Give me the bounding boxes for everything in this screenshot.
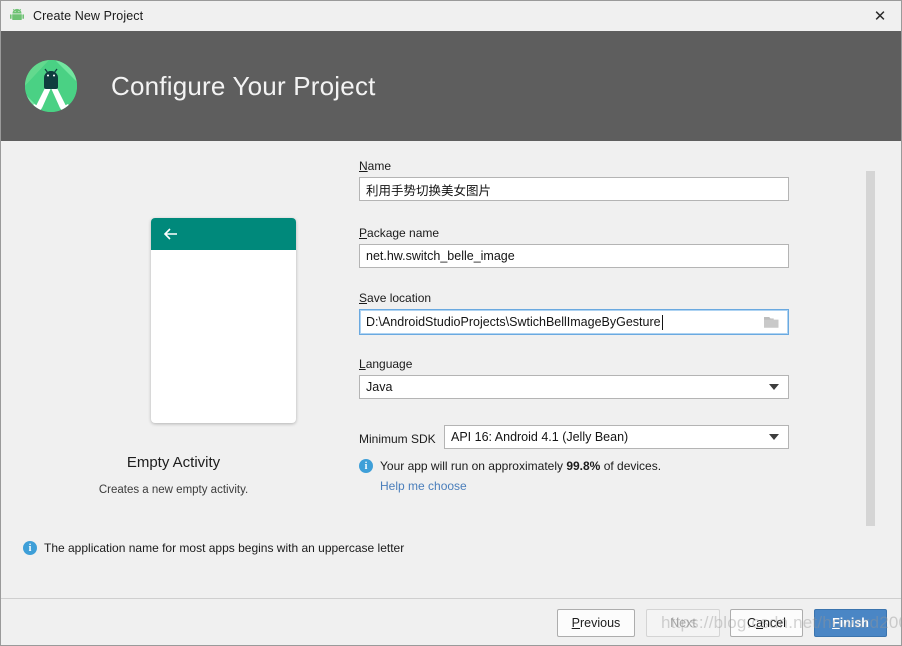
cancel-button-prefix: C (747, 616, 757, 630)
chevron-down-icon (769, 434, 779, 440)
create-new-project-dialog: Create New Project ✕ Configure Your Proj… (0, 0, 902, 646)
chevron-down-icon (769, 384, 779, 390)
page-title: Configure Your Project (111, 70, 376, 101)
preview-appbar (151, 218, 296, 250)
status-message-row: i The application name for most apps beg… (23, 541, 404, 555)
android-robot-icon (9, 8, 25, 24)
package-name-input-value: net.hw.switch_belle_image (366, 249, 515, 263)
project-form: Name 利用手势切换美女图片 Package name net.hw.swit… (346, 141, 901, 598)
dialog-footer: Previous Next Ca ncel Finish (1, 599, 901, 645)
name-label: Name (359, 159, 392, 173)
folder-icon[interactable] (763, 315, 780, 329)
template-description: Creates a new empty activity. (98, 484, 249, 496)
info-icon: i (359, 459, 373, 473)
form-scrollbar[interactable] (866, 141, 875, 598)
cancel-button[interactable]: Ca ncel (730, 609, 803, 637)
save-location-label: Save location (359, 291, 432, 305)
minimum-sdk-select[interactable]: API 16: Android 4.1 (Jelly Bean) (444, 425, 789, 449)
language-select[interactable]: Java (359, 375, 789, 399)
finish-button-rest: inish (839, 616, 869, 630)
finish-button[interactable]: Finish (814, 609, 887, 637)
status-message: The application name for most apps begin… (44, 541, 405, 555)
android-studio-logo (23, 58, 79, 114)
info-icon: i (23, 541, 37, 555)
save-location-input-value: D:\AndroidStudioProjects\SwtichBellImage… (366, 315, 661, 329)
cancel-button-rest: ncel (763, 616, 786, 630)
sdk-coverage-text: Your app will run on approximately 99.8%… (380, 459, 661, 473)
package-name-label-rest: ackage name (367, 226, 440, 240)
activity-preview-thumbnail (151, 218, 296, 423)
sdk-coverage-text-before: Your app will run on approximately (380, 459, 567, 473)
save-location-input[interactable]: D:\AndroidStudioProjects\SwtichBellImage… (359, 309, 789, 335)
template-name: Empty Activity (126, 454, 221, 471)
help-me-choose-link[interactable]: Help me choose (380, 479, 467, 493)
dialog-body: Empty Activity Creates a new empty activ… (1, 141, 901, 598)
package-name-label: Package name (359, 226, 440, 240)
window-title: Create New Project (33, 9, 144, 23)
language-select-value: Java (366, 380, 393, 394)
previous-button-rest: revious (580, 616, 621, 630)
window-titlebar: Create New Project ✕ (1, 1, 901, 32)
name-input[interactable]: 利用手势切换美女图片 (359, 177, 789, 201)
minimum-sdk-label: Minimum SDK (359, 432, 436, 446)
text-caret (661, 314, 663, 330)
minimum-sdk-select-value: API 16: Android 4.1 (Jelly Bean) (451, 430, 629, 444)
template-preview-panel: Empty Activity Creates a new empty activ… (1, 141, 346, 598)
name-label-rest: ame (367, 159, 392, 173)
sdk-coverage-text-after: of devices. (600, 459, 662, 473)
save-location-label-rest: ave location (367, 291, 432, 305)
name-input-value: 利用手势切换美女图片 (366, 183, 492, 198)
close-icon[interactable]: ✕ (857, 1, 901, 30)
dialog-header: Configure Your Project (1, 31, 901, 141)
next-button: Next (646, 609, 720, 637)
sdk-coverage-info: i Your app will run on approximately 99.… (359, 459, 789, 473)
language-label-rest: anguage (365, 357, 413, 371)
sdk-coverage-percent: 99.8% (566, 459, 601, 473)
next-button-label: Next (670, 616, 696, 630)
previous-button[interactable]: Previous (557, 609, 635, 637)
language-label: Language (359, 357, 413, 371)
form-scrollbar-thumb[interactable] (866, 171, 875, 526)
package-name-input[interactable]: net.hw.switch_belle_image (359, 244, 789, 268)
back-arrow-icon (162, 225, 180, 243)
